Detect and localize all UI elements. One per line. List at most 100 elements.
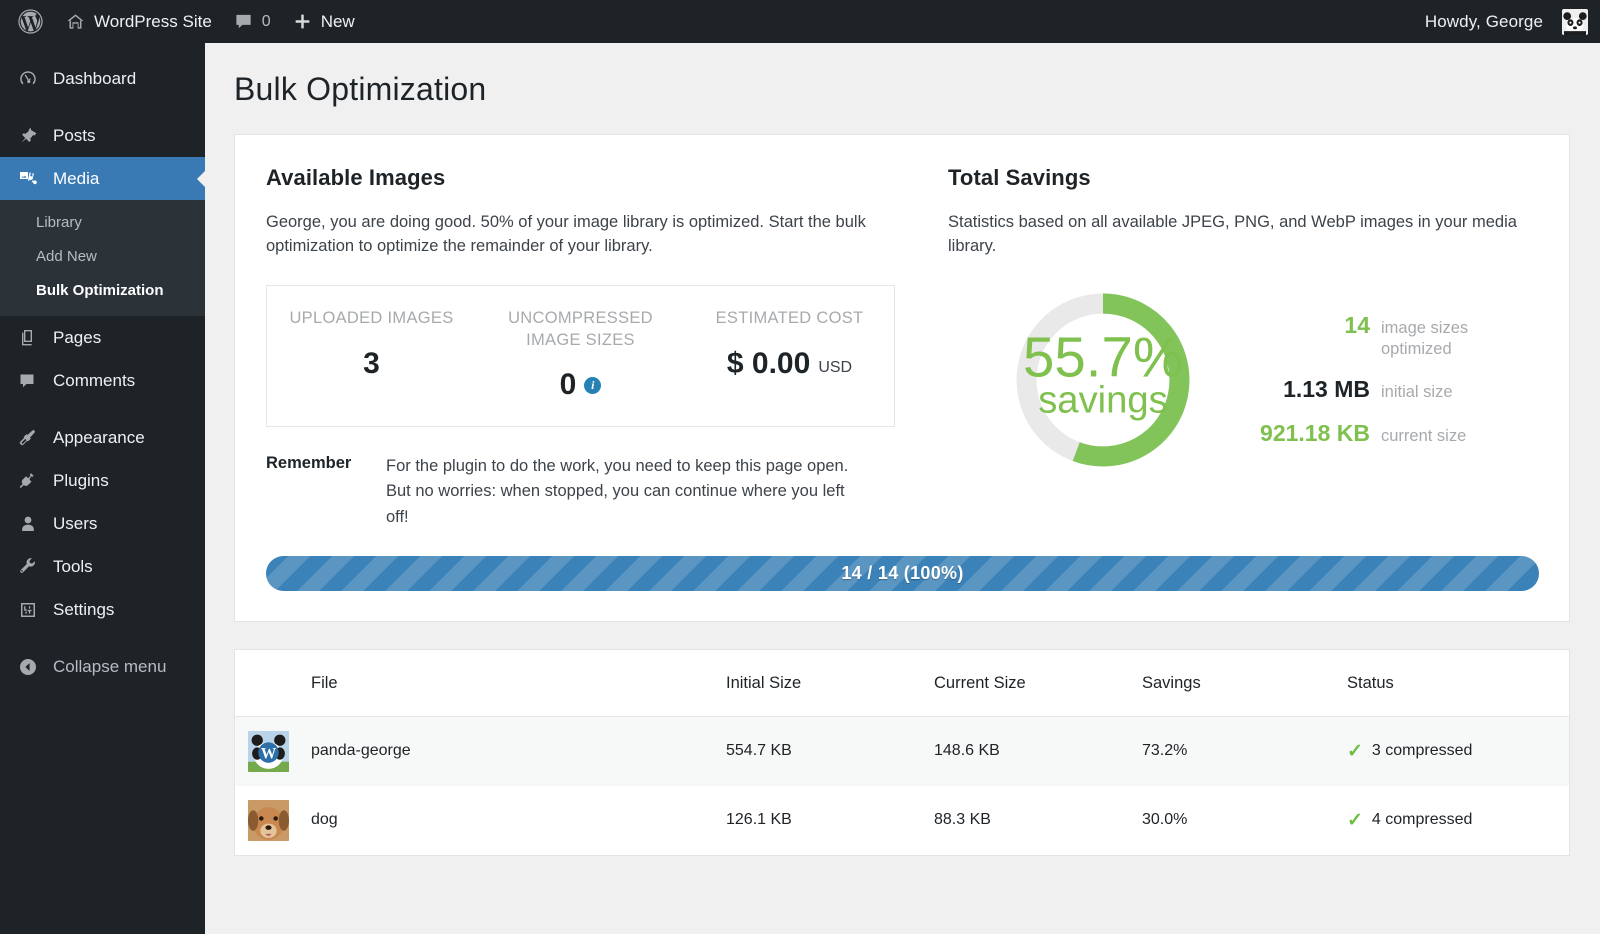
progress-label: 14 / 14 (100%) xyxy=(841,563,963,584)
media-icon xyxy=(17,168,39,190)
admin-bar-right: Howdy, George xyxy=(1414,0,1600,43)
table-header-row: File Initial Size Current Size Savings S… xyxy=(235,650,1569,717)
sidebar-item-pages[interactable]: Pages xyxy=(0,316,205,359)
uploaded-stats-box: UPLOADED IMAGES 3 UNCOMPRESSED IMAGE SIZ… xyxy=(266,285,895,428)
savings-chart-row: 55.7% savings 14 image sizes optimized 1… xyxy=(948,289,1539,471)
total-savings-section: Total Savings Statistics based on all av… xyxy=(895,165,1569,530)
collapse-arrow-icon xyxy=(17,656,39,678)
collapse-menu-button[interactable]: Collapse menu xyxy=(0,645,205,688)
savings-stat-list: 14 image sizes optimized 1.13 MB initial… xyxy=(1242,312,1491,447)
pages-icon xyxy=(17,327,39,349)
howdy-label: Howdy, George xyxy=(1425,12,1543,32)
sidebar-item-label: Settings xyxy=(53,600,114,620)
sidebar-item-users[interactable]: Users xyxy=(0,502,205,545)
optimized-files-table-panel: File Initial Size Current Size Savings S… xyxy=(234,649,1570,856)
savings-stat-current-size: 921.18 KB current size xyxy=(1242,420,1491,447)
sidebar-item-posts[interactable]: Posts xyxy=(0,114,205,157)
row-thumbnail-cell: W xyxy=(235,716,311,786)
admin-bar: WordPress Site 0 New Howdy, George xyxy=(0,0,1600,43)
donut-savings-label: savings xyxy=(1038,379,1168,422)
panel-columns: Available Images George, you are doing g… xyxy=(235,135,1569,530)
column-header-initial-size[interactable]: Initial Size xyxy=(726,650,934,717)
sidebar-item-label: Posts xyxy=(53,126,96,146)
sidebar-item-label: Dashboard xyxy=(53,69,136,89)
stat-uploaded-images: UPLOADED IMAGES 3 xyxy=(267,308,476,403)
sidebar-item-appearance[interactable]: Appearance xyxy=(0,416,205,459)
sidebar-item-comments[interactable]: Comments xyxy=(0,359,205,402)
sidebar-item-settings[interactable]: Settings xyxy=(0,588,205,631)
dog-thumbnail xyxy=(248,800,289,841)
stat-estimated-cost: ESTIMATED COST $ 0.00 USD xyxy=(685,308,894,403)
available-images-description: George, you are doing good. 50% of your … xyxy=(266,210,866,259)
sidebar-item-plugins[interactable]: Plugins xyxy=(0,459,205,502)
row-current-size: 148.6 KB xyxy=(934,716,1142,786)
optimized-files-table: File Initial Size Current Size Savings S… xyxy=(235,650,1569,855)
sidebar-item-dashboard[interactable]: Dashboard xyxy=(0,57,205,100)
row-savings: 30.0% xyxy=(1142,786,1347,855)
row-status-text: 3 compressed xyxy=(1372,742,1473,760)
sidebar-item-label: Appearance xyxy=(53,428,145,448)
column-header-current-size[interactable]: Current Size xyxy=(934,650,1142,717)
row-thumbnail-cell xyxy=(235,786,311,855)
bulk-optimization-progress-bar[interactable]: 14 / 14 (100%) xyxy=(266,556,1539,591)
stat-value: 3 xyxy=(363,347,380,381)
stat-currency-suffix: USD xyxy=(818,359,852,381)
table-head: File Initial Size Current Size Savings S… xyxy=(235,650,1569,717)
row-file-name: dog xyxy=(311,786,726,855)
comments-button[interactable]: 0 xyxy=(223,0,282,43)
table-body: W panda-george 554.7 KB 148.6 KB 73.2% ✓… xyxy=(235,716,1569,855)
row-current-size: 88.3 KB xyxy=(934,786,1142,855)
site-name-button[interactable]: WordPress Site xyxy=(55,0,223,43)
savings-stat-label: image sizes optimized xyxy=(1381,318,1491,359)
collapse-menu-label: Collapse menu xyxy=(53,657,166,677)
savings-stat-value: 1.13 MB xyxy=(1242,376,1370,403)
column-header-file[interactable]: File xyxy=(311,650,726,717)
main-content: Bulk Optimization Available Images Georg… xyxy=(205,43,1600,934)
column-header-status[interactable]: Status xyxy=(1347,650,1569,717)
table-row[interactable]: dog 126.1 KB 88.3 KB 30.0% ✓ 4 compresse… xyxy=(235,786,1569,855)
status-badge: ✓ 4 compressed xyxy=(1347,811,1569,830)
stat-value: 0 xyxy=(560,368,577,402)
sidebar-subitem-bulk-optimization[interactable]: Bulk Optimization xyxy=(0,274,205,308)
check-icon: ✓ xyxy=(1347,811,1363,830)
svg-text:W: W xyxy=(261,745,277,762)
info-icon[interactable]: i xyxy=(584,377,601,394)
remember-text: For the plugin to do the work, you need … xyxy=(386,454,856,529)
table-row[interactable]: W panda-george 554.7 KB 148.6 KB 73.2% ✓… xyxy=(235,716,1569,786)
sidebar-item-label: Comments xyxy=(53,371,135,391)
sidebar-item-label: Tools xyxy=(53,557,93,577)
wordpress-logo-button[interactable] xyxy=(6,0,55,43)
row-initial-size: 126.1 KB xyxy=(726,786,934,855)
available-images-title: Available Images xyxy=(266,165,895,191)
sidebar-item-tools[interactable]: Tools xyxy=(0,545,205,588)
row-status-cell: ✓ 4 compressed xyxy=(1347,786,1569,855)
row-status-cell: ✓ 3 compressed xyxy=(1347,716,1569,786)
new-content-button[interactable]: New xyxy=(282,0,366,43)
savings-stat-value: 14 xyxy=(1242,312,1370,339)
admin-sidebar: Dashboard Posts Media Library Add New Bu… xyxy=(0,43,205,934)
sidebar-subitem-library[interactable]: Library xyxy=(0,206,205,240)
sidebar-item-media[interactable]: Media xyxy=(0,157,205,200)
stat-label: UPLOADED IMAGES xyxy=(267,308,476,330)
savings-stat-label: initial size xyxy=(1381,382,1453,402)
howdy-account-menu[interactable]: Howdy, George xyxy=(1414,0,1588,43)
sidebar-item-label: Pages xyxy=(53,328,101,348)
user-icon xyxy=(17,513,39,535)
stat-label: ESTIMATED COST xyxy=(685,308,894,330)
stat-uncompressed-image-sizes: UNCOMPRESSED IMAGE SIZES 0 i xyxy=(476,308,685,403)
plug-icon xyxy=(17,470,39,492)
total-savings-title: Total Savings xyxy=(948,165,1539,191)
sidebar-subitem-add-new[interactable]: Add New xyxy=(0,240,205,274)
savings-stat-optimized: 14 image sizes optimized xyxy=(1242,312,1491,359)
stat-label: UNCOMPRESSED IMAGE SIZES xyxy=(476,308,685,352)
panda-wordpress-thumbnail: W xyxy=(248,731,289,772)
settings-sliders-icon xyxy=(17,599,39,621)
column-header-savings[interactable]: Savings xyxy=(1142,650,1347,717)
stat-value: $ 0.00 xyxy=(727,347,810,381)
savings-stat-value: 921.18 KB xyxy=(1242,420,1370,447)
new-content-label: New xyxy=(321,12,355,32)
pin-icon xyxy=(17,125,39,147)
comment-bubble-icon xyxy=(234,12,253,31)
comment-bubble-icon xyxy=(17,370,39,392)
progress-section: 14 / 14 (100%) xyxy=(235,530,1569,621)
